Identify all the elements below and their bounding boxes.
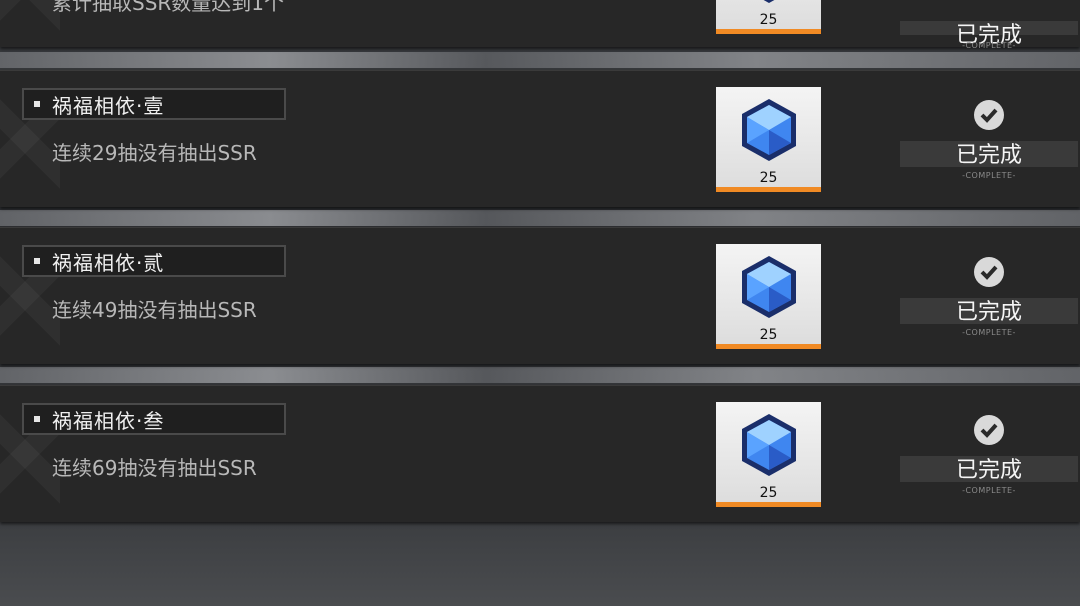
achievement-card: 祸福相依·贰 连续49抽没有抽出SSR 25 已完成 -COMPLETE-: [0, 227, 1080, 364]
card-decoration: [0, 0, 60, 49]
achievement-description: 连续69抽没有抽出SSR: [52, 456, 257, 480]
status-complete: 已完成 -COMPLETE-: [900, 256, 1078, 346]
status-label: 已完成: [955, 300, 1022, 325]
status-complete: 已完成 -COMPLETE-: [900, 99, 1078, 189]
check-circle-icon: [974, 100, 1004, 130]
title-bullet: [34, 101, 40, 107]
achievement-description: 连续49抽没有抽出SSR: [52, 298, 257, 322]
reward-count: 25: [759, 327, 778, 343]
achievement-card: 祸福相依·壹 连续29抽没有抽出SSR 25 已完成 -COMPLETE-: [0, 70, 1080, 207]
status-complete: 已完成 -COMPLETE-: [900, 414, 1078, 504]
status-sublabel: -COMPLETE-: [962, 171, 1016, 180]
check-circle-icon: [974, 257, 1004, 287]
reward-item[interactable]: 25: [716, 244, 821, 349]
status-complete: 已完成 -COMPLETE-: [900, 0, 1078, 50]
title-bullet: [34, 258, 40, 264]
reward-rarity-bar: [716, 502, 821, 507]
achievement-card-partial: 累计抽取SSR数量达到1个 25 已完成 -COMPLETE-: [0, 0, 1080, 50]
check-circle-icon: [974, 415, 1004, 445]
reward-count: 25: [759, 485, 778, 501]
reward-item[interactable]: 25: [716, 402, 821, 507]
status-label: 已完成: [955, 143, 1022, 168]
crystal-gem-icon: [742, 414, 796, 476]
achievement-card: 祸福相依·叁 连续69抽没有抽出SSR 25 已完成 -COMPLETE-: [0, 385, 1080, 522]
status-sublabel: -COMPLETE-: [962, 328, 1016, 337]
reward-item[interactable]: 25: [716, 0, 821, 34]
reward-item[interactable]: 25: [716, 87, 821, 192]
status-sublabel: -COMPLETE-: [962, 486, 1016, 495]
crystal-gem-icon: [763, 0, 775, 3]
reward-rarity-bar: [716, 344, 821, 349]
achievement-title: 祸福相依·壹: [52, 93, 165, 118]
achievement-description: 连续29抽没有抽出SSR: [52, 141, 257, 165]
reward-count: 25: [759, 170, 778, 186]
achievement-title-box: 祸福相依·贰: [22, 245, 286, 277]
status-sublabel: -COMPLETE-: [962, 41, 1016, 50]
achievement-title-box: 祸福相依·叁: [22, 403, 286, 435]
title-bullet: [34, 416, 40, 422]
achievement-description: 累计抽取SSR数量达到1个: [52, 0, 285, 15]
background-stripe: [0, 210, 1080, 226]
achievement-title: 祸福相依·叁: [52, 408, 165, 433]
reward-rarity-bar: [716, 29, 821, 34]
crystal-gem-icon: [742, 99, 796, 161]
status-label: 已完成: [955, 458, 1022, 483]
background-stripe: [0, 367, 1080, 383]
reward-count: 25: [759, 12, 778, 28]
reward-rarity-bar: [716, 187, 821, 192]
crystal-gem-icon: [742, 256, 796, 318]
background-stripe: [0, 52, 1080, 68]
achievement-title-box: 祸福相依·壹: [22, 88, 286, 120]
achievement-title: 祸福相依·贰: [52, 250, 165, 275]
